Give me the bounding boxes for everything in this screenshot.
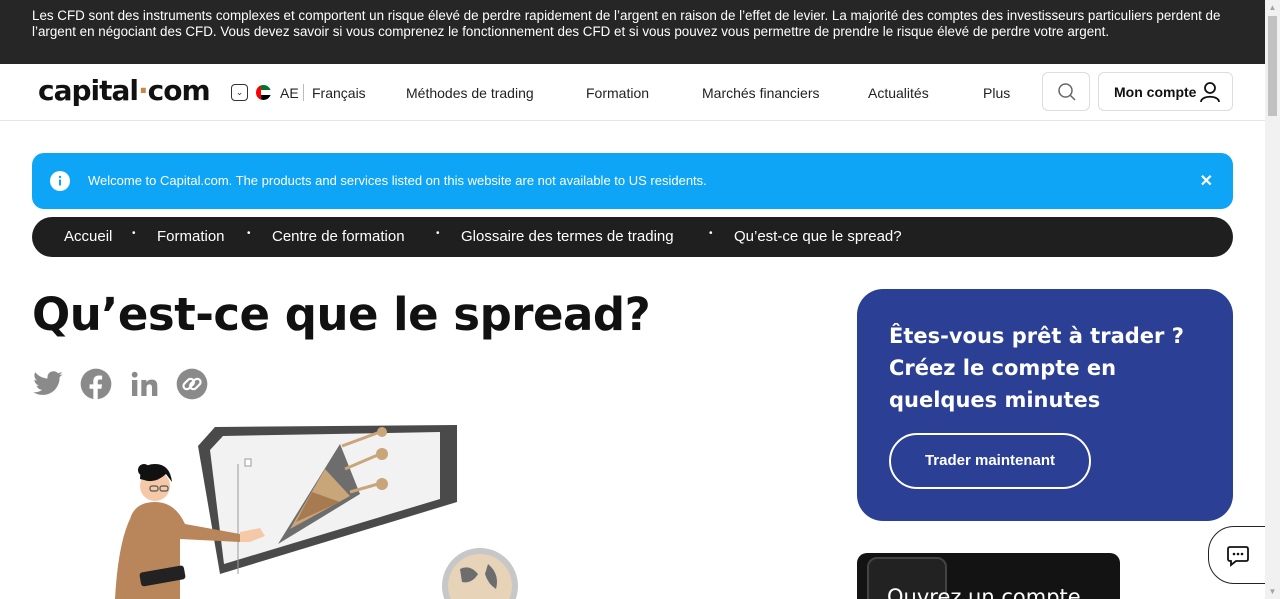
nav-markets[interactable]: Marchés financiers [702,85,820,101]
breadcrumb-current: Qu’est-ce que le spread? [734,228,902,245]
search-icon [1058,83,1076,101]
promo-card[interactable]: Ouvrez un compte [857,553,1120,599]
copy-link-icon[interactable] [176,368,208,400]
region-code[interactable]: AE [280,85,299,101]
site-header: capital·com ⌄ AE Français Méthodes de tr… [0,64,1265,121]
close-icon[interactable]: ✕ [1200,171,1213,191]
logo-text-right: com [147,74,211,107]
scrollbar[interactable]: ▲ ▼ [1265,0,1280,599]
scroll-down-arrow-icon[interactable]: ▼ [1265,584,1280,599]
info-banner-text: Welcome to Capital.com. The products and… [88,173,707,188]
facebook-icon[interactable] [80,368,112,400]
scrollbar-thumb[interactable] [1268,16,1277,116]
trade-now-button[interactable]: Trader maintenant [889,433,1091,489]
breadcrumb-separator: • [436,228,440,239]
page-title: Qu’est-ce que le spread? [32,288,651,341]
breadcrumb-separator: • [247,228,251,239]
chat-widget-button[interactable] [1208,526,1272,584]
risk-warning-banner: Les CFD sont des instruments complexes e… [0,0,1265,64]
chat-icon [1227,546,1249,567]
nav-trading-methods[interactable]: Méthodes de trading [406,85,534,101]
info-banner: Welcome to Capital.com. The products and… [32,153,1233,209]
chevron-down-icon[interactable]: ⌄ [231,84,248,101]
search-button[interactable] [1042,72,1090,111]
breadcrumb-learning-center[interactable]: Centre de formation [272,228,405,245]
breadcrumb: Accueil • Formation • Centre de formatio… [32,217,1233,257]
nav-formation[interactable]: Formation [586,85,649,101]
nav-news[interactable]: Actualités [868,85,929,101]
breadcrumb-glossary[interactable]: Glossaire des termes de trading [461,228,674,245]
uae-flag-icon [256,85,271,100]
trading-teacher-illustration [115,425,518,599]
breadcrumb-home[interactable]: Accueil [64,228,112,245]
logo[interactable]: capital·com [38,74,211,107]
breadcrumb-formation[interactable]: Formation [157,228,225,245]
risk-warning-text: Les CFD sont des instruments complexes e… [32,8,1221,39]
lang-divider [303,84,304,101]
language-selector[interactable]: Français [312,85,366,101]
breadcrumb-separator: • [709,228,713,239]
account-label: Mon compte [1114,84,1197,100]
user-icon [1200,82,1220,103]
logo-text-left: capital [38,74,139,107]
linkedin-icon[interactable] [128,368,160,400]
breadcrumb-separator: • [132,228,136,239]
info-icon [50,171,70,191]
account-button[interactable]: Mon compte [1098,72,1233,111]
page: Les CFD sont des instruments complexes e… [0,0,1280,599]
twitter-icon[interactable] [32,368,64,400]
promo-card-text: Ouvrez un compte [887,585,1081,599]
nav-more[interactable]: Plus [983,85,1010,101]
cta-card: Êtes-vous prêt à trader ? Créez le compt… [857,289,1233,521]
cta-title: Êtes-vous prêt à trader ? Créez le compt… [889,324,1184,412]
scroll-up-arrow-icon[interactable]: ▲ [1265,0,1280,15]
logo-dot: · [138,74,149,107]
